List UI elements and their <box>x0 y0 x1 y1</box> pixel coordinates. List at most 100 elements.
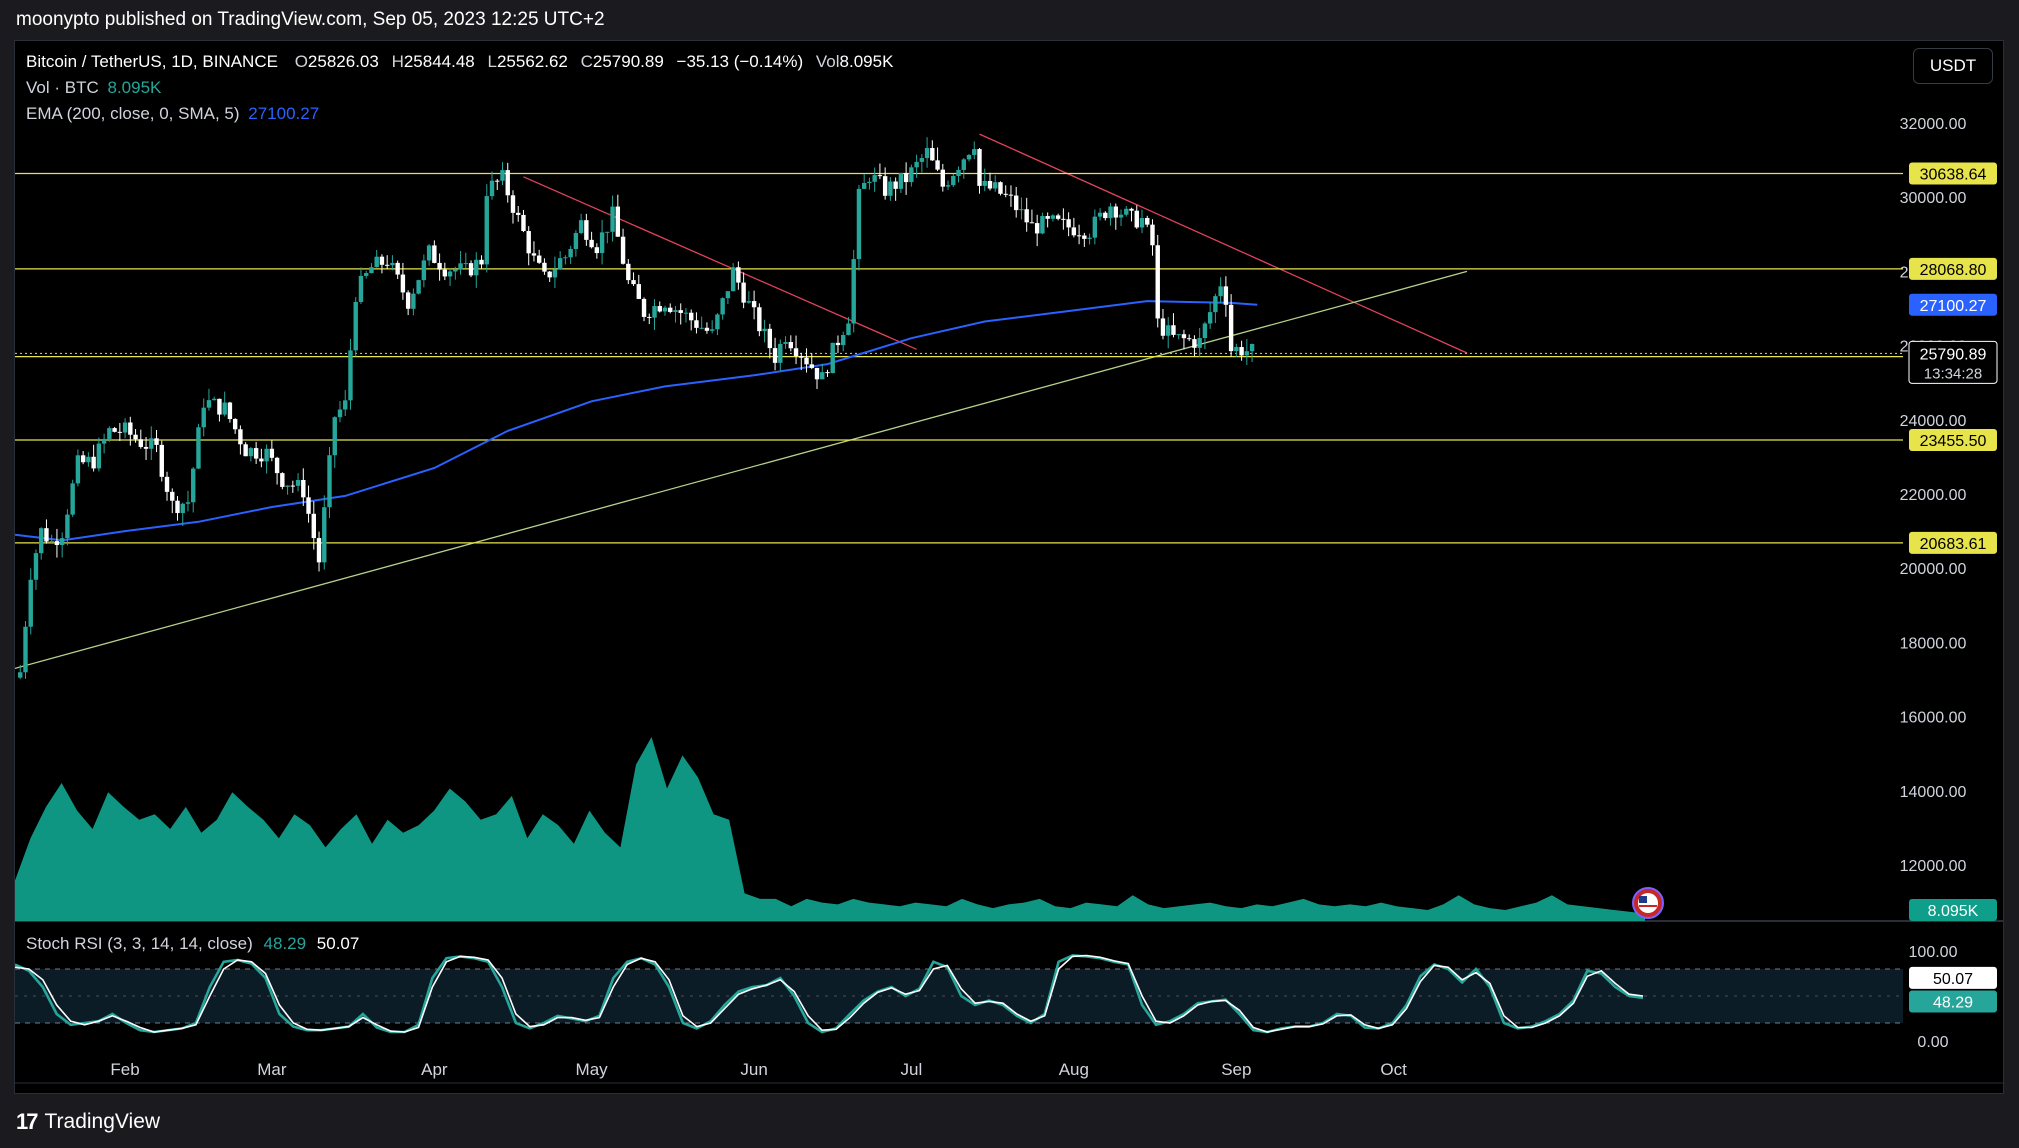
candle-body <box>358 275 364 302</box>
candle-body <box>1213 296 1218 313</box>
candles-group <box>18 137 1255 680</box>
stoch-d-label: 50.07 <box>1933 971 1973 988</box>
candle-body <box>1118 214 1124 218</box>
volume-value: 8.095K <box>107 78 162 97</box>
candle-body <box>924 148 930 159</box>
stoch-legend[interactable]: Stoch RSI (3, 3, 14, 14, close) 48.29 50… <box>26 934 359 954</box>
time-tick-label: Feb <box>110 1060 139 1079</box>
candle-body <box>343 400 348 410</box>
candle-body <box>820 372 825 380</box>
candle-body <box>647 316 652 318</box>
last-price-label: 25790.89 <box>1920 346 1987 363</box>
candle-body <box>421 260 427 281</box>
volume-area-group <box>15 737 1645 921</box>
candle-body <box>211 398 217 401</box>
stoch-tick-label: 100.00 <box>1909 944 1958 961</box>
candle-body <box>348 350 353 401</box>
candle-body <box>641 298 647 317</box>
candle-body <box>405 292 411 309</box>
candle-body <box>704 327 710 331</box>
stoch-tick-label: 0.00 <box>1917 1034 1948 1051</box>
candle-body <box>154 438 159 445</box>
candle-body <box>269 448 275 458</box>
symbol-title[interactable]: Bitcoin / TetherUS, 1D, BINANCE <box>26 52 278 71</box>
candle-body <box>1202 323 1208 339</box>
ema-legend[interactable]: EMA (200, close, 0, SMA, 5) 27100.27 <box>26 104 319 124</box>
candle-body <box>689 312 694 321</box>
candle-body <box>668 307 673 312</box>
candle-body <box>18 672 23 678</box>
candle-body <box>1207 312 1213 324</box>
symbol-legend: Bitcoin / TetherUS, 1D, BINANCE O25826.0… <box>26 52 893 72</box>
volume-area <box>15 737 1645 921</box>
candle-body <box>1076 235 1082 237</box>
time-tick-label: Aug <box>1059 1060 1089 1079</box>
candle-body <box>1050 215 1056 219</box>
candle-body <box>856 188 862 260</box>
candle-body <box>940 169 946 187</box>
candle-body <box>1071 227 1077 236</box>
volume-legend[interactable]: Vol · BTC 8.095K <box>26 78 161 98</box>
candle-body <box>39 528 44 554</box>
candle-body <box>835 342 841 346</box>
candle-body <box>1134 210 1139 228</box>
candle-body <box>741 282 746 303</box>
candle-body <box>400 274 406 293</box>
candle-body <box>253 448 259 459</box>
candle-body <box>709 329 715 331</box>
candle-body <box>914 161 919 168</box>
candle-body <box>746 301 752 303</box>
candle-body <box>143 446 149 449</box>
candle-body <box>274 457 280 474</box>
candle-body <box>1223 286 1229 305</box>
candle-body <box>1124 208 1129 215</box>
candle-body <box>1103 212 1108 219</box>
candle-body <box>841 335 846 346</box>
legend-close: C25790.89 <box>581 52 664 71</box>
candle-body <box>447 271 453 277</box>
tradingview-brand: TradingView <box>44 1110 161 1133</box>
vol-label: Vol <box>815 52 840 71</box>
vol-value: 8.095K <box>839 52 894 71</box>
candle-body <box>725 291 731 299</box>
candle-body <box>91 456 96 469</box>
countdown-label: 13:34:28 <box>1924 365 1982 382</box>
candle-body <box>149 438 154 449</box>
candle-body <box>1108 206 1113 219</box>
price-tick-label: 30000.00 <box>1900 190 1967 207</box>
currency-button[interactable]: USDT <box>1913 48 1993 84</box>
candle-body <box>799 356 804 358</box>
candle-body <box>306 497 311 514</box>
candle-body <box>605 231 610 233</box>
candle-body <box>1082 235 1087 239</box>
candle-body <box>626 263 631 281</box>
candle-body <box>1055 215 1061 219</box>
legend-low: L25562.62 <box>487 52 567 71</box>
low-label: L <box>487 52 497 71</box>
candle-body <box>1186 338 1192 340</box>
candle-body <box>877 175 883 177</box>
candle-body <box>369 267 374 274</box>
high-value: 25844.48 <box>403 52 475 71</box>
candle-body <box>59 538 65 546</box>
candle-body <box>610 206 615 232</box>
candle-body <box>468 263 474 276</box>
candle-body <box>49 541 54 543</box>
candle-body <box>966 154 972 160</box>
price-tick-label: 20000.00 <box>1900 561 1967 578</box>
candle-body <box>206 400 212 408</box>
tradingview-logo[interactable]: 17 TradingView <box>16 1106 160 1138</box>
candle-body <box>232 418 238 430</box>
candle-body <box>1228 304 1234 352</box>
candle-body <box>327 455 332 508</box>
candle-body <box>783 342 788 344</box>
candle-body <box>1113 206 1118 218</box>
price-tick-label: 16000.00 <box>1900 710 1967 727</box>
candle-body <box>138 439 144 447</box>
candle-body <box>584 220 589 240</box>
candle-body <box>322 507 327 563</box>
candle-body <box>44 528 49 542</box>
candle-body <box>951 176 956 186</box>
candle-body <box>1192 339 1197 348</box>
stoch-k-label: 48.29 <box>1933 995 1973 1012</box>
